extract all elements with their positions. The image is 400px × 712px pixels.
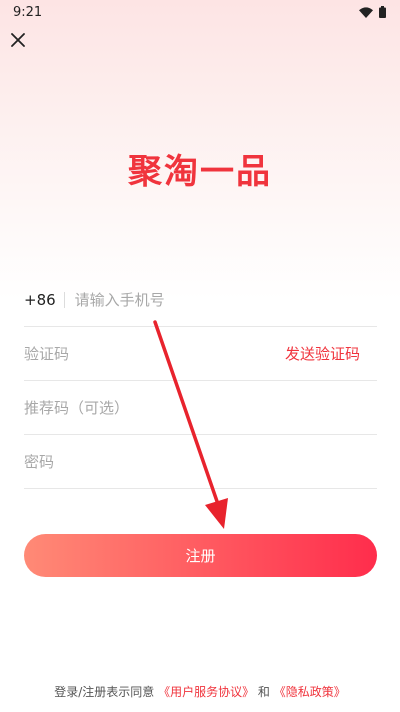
phone-divider: [63, 291, 65, 308]
app-title: 聚淘一品: [128, 152, 272, 192]
register-button[interactable]: 注册: [24, 534, 377, 577]
referral-code-input[interactable]: [24, 398, 377, 417]
status-time: 9:21: [13, 4, 43, 20]
agreement-prefix: 登录/注册表示同意: [54, 685, 155, 699]
battery-icon: [379, 6, 386, 18]
country-code[interactable]: +86: [24, 291, 64, 309]
close-icon: [11, 33, 25, 47]
register-form: +86 发送验证码: [24, 273, 377, 489]
referral-row: [24, 381, 377, 435]
verification-code-input[interactable]: [24, 344, 285, 363]
user-agreement-link[interactable]: 《用户服务协议》: [158, 685, 254, 699]
agreement-text: 登录/注册表示同意 《用户服务协议》 和 《隐私政策》: [0, 683, 400, 700]
send-code-button[interactable]: 发送验证码: [285, 343, 377, 364]
close-button[interactable]: [8, 30, 28, 50]
privacy-policy-link[interactable]: 《隐私政策》: [274, 685, 346, 699]
agreement-connector: 和: [257, 685, 270, 699]
status-bar: 9:21: [0, 0, 400, 24]
password-row: [24, 435, 377, 489]
code-row: 发送验证码: [24, 327, 377, 381]
status-icons: [359, 6, 386, 18]
phone-input[interactable]: [74, 290, 377, 309]
wifi-icon: [359, 6, 373, 18]
phone-row: +86: [24, 273, 377, 327]
password-input[interactable]: [24, 452, 377, 471]
